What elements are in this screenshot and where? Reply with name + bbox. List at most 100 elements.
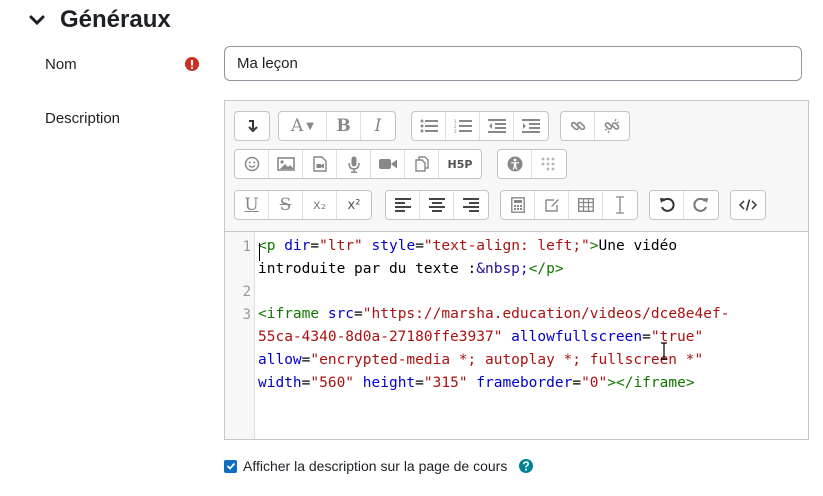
clear-formatting-icon (616, 196, 624, 214)
redo-icon (693, 197, 708, 212)
code-line: <iframe src="https://marsha.education/vi… (258, 306, 729, 322)
indent-icon (522, 119, 540, 133)
html-source-icon (739, 199, 757, 211)
record-video-icon (378, 159, 397, 169)
help-icon[interactable] (519, 459, 534, 473)
code-editor[interactable]: 1 2 3 <p dir="ltr" style="text-align: le… (225, 232, 808, 439)
screenreader-helper-button[interactable] (532, 150, 566, 178)
screenreader-helper-icon (541, 157, 555, 171)
svg-text:3: 3 (454, 129, 457, 133)
image-button[interactable] (269, 150, 303, 178)
name-label: Nom (45, 56, 77, 73)
section-header[interactable]: Généraux (28, 4, 171, 36)
unlink-button[interactable] (595, 112, 629, 140)
align-left-icon (394, 198, 411, 212)
redo-button[interactable] (684, 191, 718, 219)
subscript-button[interactable]: x₂ (303, 191, 337, 219)
link-icon (570, 121, 585, 131)
unlink-icon (604, 118, 620, 134)
accessibility-checker-button[interactable] (498, 150, 532, 178)
name-input[interactable] (224, 46, 802, 81)
toolbar-group-text-format: U S x₂ x² (234, 190, 372, 220)
code-token: = (642, 329, 651, 345)
align-right-icon (463, 198, 479, 212)
code-line: 55ca-4340-8d0a-27180ffe3937" allowfullsc… (258, 329, 703, 345)
line-number: 1 (242, 239, 251, 255)
code-token: introduite par du texte : (258, 261, 477, 277)
code-token: height (362, 375, 416, 391)
emoticon-button[interactable] (235, 150, 269, 178)
superscript-button[interactable]: x² (337, 191, 371, 219)
description-editor[interactable]: A ▼ B I 123 H5P U S x₂ x² 1 2 3 <p dir="… (224, 100, 809, 440)
html-source-button[interactable] (731, 191, 765, 219)
strikethrough-button[interactable]: S (269, 191, 303, 219)
outdent-button[interactable] (480, 112, 514, 140)
align-center-button[interactable] (420, 191, 454, 219)
align-left-button[interactable] (386, 191, 420, 219)
code-token: "true" (650, 329, 704, 345)
table-button[interactable] (569, 191, 603, 219)
record-audio-button[interactable] (337, 150, 371, 178)
editor-toolbar: A ▼ B I 123 H5P U S x₂ x² (225, 101, 808, 232)
media-icon (312, 156, 327, 172)
code-token: width (258, 375, 302, 391)
section-title: Généraux (60, 6, 171, 33)
clear-formatting-button[interactable] (603, 191, 637, 219)
chevron-down-icon[interactable] (28, 11, 46, 29)
align-right-button[interactable] (454, 191, 488, 219)
show-description-checkbox[interactable] (224, 459, 237, 473)
code-token: "0" (581, 375, 608, 391)
required-icon (185, 57, 199, 71)
font-style-button[interactable]: A ▼ (279, 112, 327, 140)
show-description-label[interactable]: Afficher la description sur la page de c… (243, 458, 507, 474)
italic-button[interactable]: I (361, 112, 395, 140)
toolbar-group-accessibility (497, 149, 567, 179)
manage-files-icon (414, 156, 429, 172)
code-token: = (310, 238, 320, 254)
toolbar-group-style: A ▼ B I (278, 111, 396, 141)
special-character-button[interactable] (535, 191, 569, 219)
equation-button[interactable] (501, 191, 535, 219)
code-token: = (572, 375, 582, 391)
code-token: src (327, 306, 355, 322)
text-cursor (259, 243, 260, 261)
ordered-list-button[interactable]: 123 (446, 112, 480, 140)
underline-button[interactable]: U (235, 191, 269, 219)
code-token: "560" (310, 375, 355, 391)
bold-button[interactable]: B (327, 112, 361, 140)
media-button[interactable] (303, 150, 337, 178)
link-button[interactable] (561, 112, 595, 140)
outdent-icon (487, 119, 506, 133)
toolbar-group-insert: H5P (234, 149, 482, 179)
code-line: introduite par du texte :&nbsp;</p> (258, 261, 564, 277)
line-number: 3 (242, 307, 251, 323)
line-gutter: 1 2 3 (225, 232, 255, 439)
h5p-button[interactable]: H5P (439, 150, 481, 178)
toolbar-group-align (385, 190, 489, 220)
code-token: frameborder (476, 375, 573, 391)
code-token: "315" (423, 375, 468, 391)
toolbar-group-links (560, 111, 630, 141)
strikethrough-icon: S (279, 195, 292, 215)
ordered-list-icon: 123 (454, 119, 472, 133)
code-token: <iframe (258, 306, 320, 322)
line-number: 2 (242, 284, 251, 300)
ibeam-cursor-icon (661, 342, 667, 360)
undo-button[interactable] (650, 191, 684, 219)
indent-button[interactable] (514, 112, 548, 140)
emoticon-icon (244, 156, 259, 172)
toolbar-group-collapse (234, 111, 270, 141)
code-token: ></iframe> (607, 375, 695, 391)
code-line: <p dir="ltr" style="text-align: left;">U… (258, 238, 677, 254)
manage-files-button[interactable] (405, 150, 439, 178)
code-token: </p> (528, 261, 564, 277)
toolbar-group-lists: 123 (411, 111, 549, 141)
checkmark-icon (226, 462, 235, 470)
record-audio-icon (347, 156, 360, 173)
record-video-button[interactable] (371, 150, 405, 178)
collapse-button[interactable] (235, 112, 269, 140)
code-token: allowfullscreen (511, 329, 643, 345)
table-icon (577, 198, 594, 212)
special-character-icon (544, 199, 559, 212)
unordered-list-button[interactable] (412, 112, 446, 140)
